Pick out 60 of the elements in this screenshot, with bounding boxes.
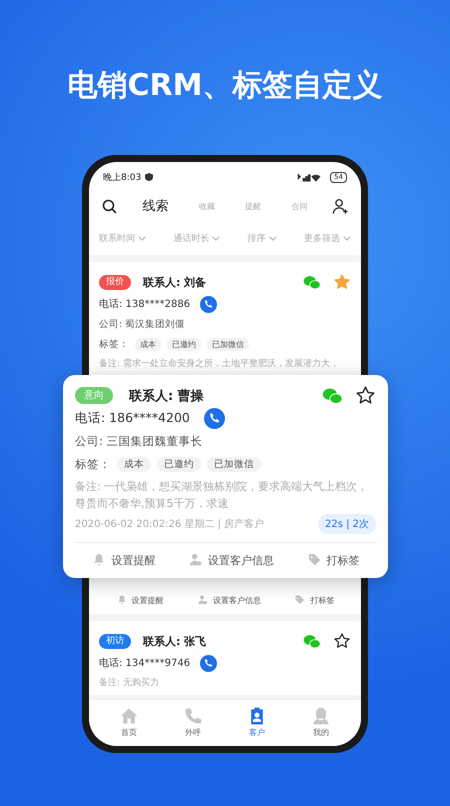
action-button[interactable]: 设置客户信息 bbox=[188, 552, 274, 568]
phone-number: 电话: 134****9746 bbox=[99, 656, 190, 670]
nav-tab[interactable]: 我的 bbox=[311, 706, 331, 738]
call-stats: 22s | 2次 bbox=[318, 514, 376, 534]
nav-tab[interactable]: 外呼 bbox=[183, 706, 203, 738]
tag-chip: 成本 bbox=[135, 338, 161, 350]
phone-number: 电话: 186****4200 bbox=[75, 410, 190, 427]
tag-chip: 已邀约 bbox=[167, 338, 201, 350]
star-icon[interactable] bbox=[333, 632, 351, 650]
shield-icon bbox=[145, 173, 154, 181]
call-button[interactable] bbox=[200, 654, 218, 672]
nav-tab[interactable]: 首页 bbox=[119, 706, 139, 738]
company-name: 公司: 蜀汉集团刘僵 bbox=[99, 318, 186, 330]
call-button[interactable] bbox=[204, 408, 225, 429]
tag-chip: 已加微信 bbox=[207, 457, 261, 472]
action-button[interactable]: 设置客户信息 bbox=[196, 594, 261, 606]
tag-icon bbox=[294, 594, 306, 606]
chevron-down-icon bbox=[342, 236, 351, 241]
remark-text: 备注: 无购买力 bbox=[99, 676, 159, 690]
user-icon bbox=[188, 552, 204, 568]
tag-chip: 已加微信 bbox=[207, 338, 249, 350]
add-user-icon[interactable] bbox=[332, 198, 349, 214]
nav-tab[interactable]: 客户 bbox=[247, 706, 267, 738]
tag-chip: 已邀约 bbox=[157, 457, 201, 472]
remark-text: 备注: 一代枭雄，想买湖景独栋别院，要求高端大气上档次，尊贵而不奢华,预算5千万，求速 bbox=[75, 479, 370, 512]
star-icon[interactable] bbox=[355, 385, 376, 406]
contact-name: 联系人: 刘备 bbox=[143, 274, 206, 290]
client-card-popup[interactable]: 意向 联系人: 曹操 电话: 186****4200 公司: 三国集团魏董事长 标签： 成本 已邀约 已加微信 备注: 一代枭雄，想买湖景独栋别院，要求高端大气上档次，尊贵而不奢华,预算5千万，求速 2020-06-02 20:02:26 星期二 | 房产客户 22s | 2次 设置提醒 设置客户信息 打标签 bbox=[63, 375, 388, 578]
stage-badge: 初访 bbox=[99, 634, 131, 648]
chevron-down-icon bbox=[268, 236, 277, 241]
contact-name: 联系人: 张飞 bbox=[143, 634, 206, 648]
chevron-down-icon bbox=[212, 236, 220, 241]
star-icon[interactable] bbox=[333, 273, 351, 291]
call-date: 2020-06-02 20:02:26 星期二 | 房产客户 bbox=[75, 518, 264, 530]
tag-chip: 成本 bbox=[117, 457, 151, 472]
client-card[interactable]: 初访 联系人: 张飞 电话: 134****9746 备注: 无购买力 bbox=[89, 621, 361, 695]
bell-icon bbox=[116, 594, 128, 606]
tab[interactable]: 线索 bbox=[136, 195, 174, 217]
headline: 电销CRM、标签自定义 bbox=[66, 67, 384, 105]
action-button[interactable]: 设置提醒 bbox=[91, 552, 156, 568]
remark-text: 备注: 需求一处立命安身之所，土地平整肥沃，发展潜力大， bbox=[99, 358, 339, 370]
search-icon[interactable] bbox=[101, 198, 118, 214]
action-button[interactable]: 设置提醒 bbox=[116, 594, 164, 606]
phone-icon bbox=[183, 706, 203, 726]
stage-badge: 报价 bbox=[99, 274, 131, 290]
tags-label: 标签： bbox=[75, 457, 111, 472]
action-button[interactable]: 打标签 bbox=[306, 552, 360, 568]
user-icon bbox=[196, 594, 209, 606]
home-icon bbox=[119, 706, 139, 726]
action-button[interactable]: 打标签 bbox=[294, 594, 334, 606]
call-button[interactable] bbox=[200, 296, 218, 312]
me-icon bbox=[311, 706, 331, 726]
chevron-down-icon bbox=[138, 236, 146, 241]
contact-name: 联系人: 曹操 bbox=[129, 388, 204, 404]
status-time: 晚上8:03 bbox=[103, 172, 142, 184]
company-name: 公司: 三国集团魏董事长 bbox=[75, 434, 203, 449]
stage-badge: 意向 bbox=[75, 387, 113, 404]
phone-number: 电话: 138****2886 bbox=[99, 298, 190, 311]
tag-icon bbox=[306, 552, 323, 568]
tags-label: 标签： bbox=[99, 338, 129, 350]
